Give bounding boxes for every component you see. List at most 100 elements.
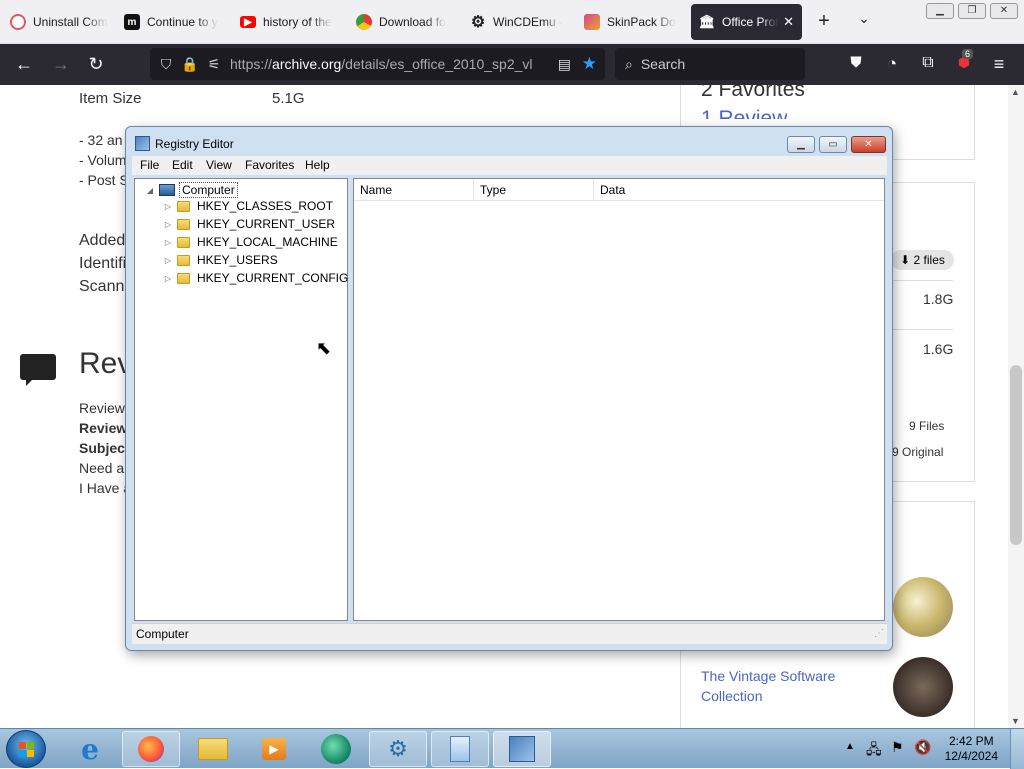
menu-view[interactable]: View [206, 158, 232, 172]
network-tray-icon[interactable]: 🖧 [866, 739, 882, 763]
review-line: Review [79, 400, 125, 416]
key-tree-pane[interactable]: ◢ Computer ▷ HKEY_CLASSES_ROOT ▷ HKEY_CURR… [134, 178, 348, 621]
regedit-maximize-button[interactable]: ▭ [819, 136, 847, 153]
regedit-app-icon [135, 136, 150, 151]
account-icon[interactable]: ◔ [881, 54, 903, 74]
url-bar[interactable]: ⛉ 🔒 ⚟ https://archive.org/details/es_off… [150, 48, 605, 80]
file-size: 1.8G [923, 291, 954, 307]
taskbar-firefox-icon[interactable] [122, 731, 180, 767]
vintage-software-thumbnail[interactable] [893, 657, 953, 717]
registry-editor-window[interactable]: Registry Editor ▁ ▭ ✕ File Edit View Fav… [125, 126, 893, 651]
tab-wincdemu[interactable]: ⚙ WinCDEmu - [462, 4, 574, 40]
ublock-icon[interactable]: ⬢ 6 [953, 49, 975, 71]
forward-arrow-icon[interactable]: → [50, 54, 72, 75]
back-arrow-icon[interactable]: ← [13, 54, 35, 75]
menu-favorites[interactable]: Favorites [245, 158, 294, 172]
computer-icon [159, 184, 175, 196]
maximize-button[interactable]: ❐ [958, 3, 986, 19]
values-list-pane[interactable]: Name Type Data [353, 178, 885, 621]
tab-office-active[interactable]: 🏛 Office Prof ✕ [691, 4, 802, 40]
skinpack-favicon-icon [584, 14, 600, 30]
close-tab-icon[interactable]: ✕ [783, 14, 794, 30]
review-count-link[interactable]: 1 Review [701, 107, 787, 119]
item-size-value: 5.1G [272, 90, 305, 107]
expand-triangle-icon[interactable]: ▷ [163, 274, 173, 283]
pocket-icon[interactable]: ⛊ [845, 54, 867, 71]
mouse-cursor-icon: ⬉ [316, 338, 332, 358]
bullet-line: - Volum [79, 152, 127, 168]
taskbar-network-app-icon[interactable]: ⚙ [369, 731, 427, 767]
tree-node-hive[interactable]: ▷ HKEY_USERS [163, 253, 278, 267]
scroll-up-arrow-icon[interactable]: ▲ [1011, 87, 1020, 97]
minimize-button[interactable]: ▁ [926, 3, 954, 19]
collection-thumbnail[interactable] [893, 577, 953, 637]
youtube-favicon-icon: ▶ [240, 16, 256, 28]
collapse-triangle-icon[interactable]: ◢ [145, 186, 155, 195]
resize-grip-icon[interactable]: ⋰ [874, 624, 884, 644]
original-count[interactable]: 9 Original [892, 445, 943, 459]
window-title: Registry Editor [155, 137, 234, 151]
browser-nav-bar: ← → ↻ ⛉ 🔒 ⚟ https://archive.org/details/… [0, 44, 1024, 85]
regedit-close-button[interactable]: ✕ [851, 136, 886, 153]
m-favicon-icon: m [124, 14, 140, 30]
bookmark-star-icon[interactable]: ★ [582, 54, 597, 74]
close-window-button[interactable]: ✕ [990, 3, 1018, 19]
tab-list-chevron-down-icon[interactable]: ⌄ [854, 10, 874, 27]
expand-triangle-icon[interactable]: ▷ [163, 238, 173, 247]
column-header-type[interactable]: Type [474, 179, 594, 201]
file-size: 1.6G [923, 341, 954, 357]
start-button[interactable] [6, 730, 46, 768]
files-count[interactable]: 9 Files [909, 419, 944, 433]
tree-node-hive[interactable]: ▷ HKEY_LOCAL_MACHINE [163, 235, 338, 249]
column-header-name[interactable]: Name [354, 179, 474, 201]
menu-edit[interactable]: Edit [172, 158, 193, 172]
search-input[interactable]: ⌕ Search [615, 48, 805, 80]
scrollbar-thumb[interactable] [1010, 365, 1022, 545]
search-icon: ⌕ [625, 55, 633, 72]
favorites-count[interactable]: 2 Favorites [701, 85, 805, 102]
tray-chevron-up-icon[interactable]: ▲ [845, 741, 855, 752]
expand-triangle-icon[interactable]: ▷ [163, 256, 173, 265]
action-center-flag-icon[interactable]: ⚑ [891, 739, 904, 756]
tree-node-hive[interactable]: ▷ HKEY_CLASSES_ROOT [163, 199, 333, 213]
taskbar-notepad-icon[interactable] [431, 731, 489, 767]
tab-history[interactable]: ▶ history of the [232, 4, 344, 40]
reload-icon[interactable]: ↻ [85, 54, 107, 75]
lock-icon[interactable]: 🔒 [180, 56, 200, 73]
tree-node-computer[interactable]: ◢ Computer [145, 182, 238, 198]
shield-icon[interactable]: ⛉ [156, 56, 176, 73]
page-scrollbar[interactable]: ▲ ▼ [1008, 85, 1024, 728]
tab-uninstall[interactable]: Uninstall Com [2, 4, 114, 40]
menu-file[interactable]: File [140, 158, 159, 172]
expand-triangle-icon[interactable]: ▷ [163, 220, 173, 229]
taskbar-ie-icon[interactable]: e [61, 731, 119, 767]
reader-view-icon[interactable]: ▤ [558, 56, 571, 73]
menu-hamburger-icon[interactable]: ≡ [988, 54, 1010, 75]
tab-skinpack[interactable]: SkinPack Do [576, 4, 688, 40]
tab-download[interactable]: Download fo [348, 4, 460, 40]
taskbar-media-player-icon[interactable]: ▶ [245, 731, 303, 767]
new-tab-button[interactable]: + [814, 10, 834, 33]
expand-triangle-icon[interactable]: ▷ [163, 202, 173, 211]
download-icon: ⬇ [900, 253, 911, 267]
files-button[interactable]: ⬇ 2 files [891, 250, 954, 270]
permissions-icon[interactable]: ⚟ [204, 56, 224, 73]
column-header-data[interactable]: Data [594, 179, 884, 201]
regedit-minimize-button[interactable]: ▁ [787, 136, 815, 153]
taskbar-app-icon[interactable] [307, 731, 365, 767]
tree-node-hive[interactable]: ▷ HKEY_CURRENT_USER [163, 217, 335, 231]
status-bar: Computer ⋰ [132, 623, 887, 644]
collection-link[interactable]: The Vintage Software Collection [701, 666, 871, 706]
extensions-icon[interactable]: ⧉ [917, 54, 939, 72]
tab-continue[interactable]: m Continue to y [116, 4, 228, 40]
scroll-down-arrow-icon[interactable]: ▼ [1011, 716, 1020, 726]
taskbar-explorer-icon[interactable] [184, 731, 242, 767]
review-line: Subjec [79, 440, 125, 456]
taskbar-regedit-icon[interactable] [493, 731, 551, 767]
tree-node-hive[interactable]: ▷ HKEY_CURRENT_CONFIG [163, 271, 348, 285]
meta-line: Scann [79, 278, 125, 295]
menu-help[interactable]: Help [305, 158, 330, 172]
show-desktop-button[interactable] [1010, 729, 1024, 769]
volume-muted-icon[interactable]: 🔇 [914, 739, 931, 756]
system-clock[interactable]: 2:42 PM 12/4/2024 [945, 734, 998, 764]
